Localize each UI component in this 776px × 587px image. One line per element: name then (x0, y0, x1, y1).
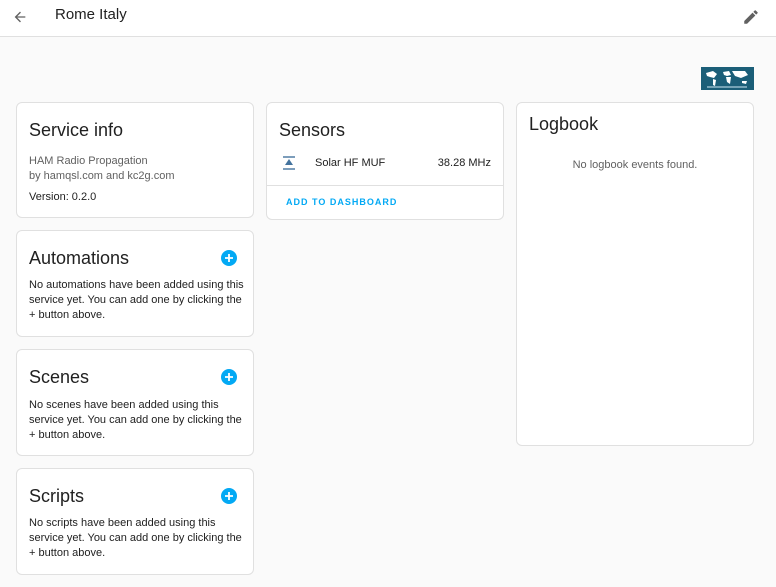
service-version: Version: 0.2.0 (29, 191, 97, 203)
antenna-icon (281, 155, 297, 176)
scenes-empty-text: No scenes have been added using this ser… (29, 399, 242, 441)
service-info-title: Service info (29, 120, 124, 140)
scripts-card: Scripts No scripts have been added using… (16, 468, 254, 575)
service-info-card: Service info HAM Radio Propagation by ha… (16, 102, 254, 218)
sensor-row[interactable]: Solar HF MUF 38.28 MHz (267, 151, 503, 175)
scripts-title: Scripts (29, 486, 85, 506)
plus-circle-icon[interactable] (221, 250, 237, 266)
top-app-bar: Rome Italy (0, 0, 776, 37)
page-title: Rome Italy (55, 6, 127, 23)
sensors-title: Sensors (279, 120, 346, 140)
hamqsl-world-map-logo (701, 67, 754, 90)
logbook-title: Logbook (529, 114, 599, 134)
divider (267, 185, 503, 186)
automations-card: Automations No automations have been add… (16, 230, 254, 337)
scenes-title: Scenes (29, 367, 90, 387)
plus-circle-icon[interactable] (221, 488, 237, 504)
sensor-name: Solar HF MUF (315, 157, 386, 169)
pencil-icon[interactable] (740, 6, 762, 28)
arrow-left-icon[interactable] (8, 5, 32, 29)
add-to-dashboard-button[interactable]: ADD TO DASHBOARD (286, 197, 397, 207)
logbook-empty-text: No logbook events found. (572, 159, 698, 171)
scenes-card: Scenes No scenes have been added using t… (16, 349, 254, 456)
sensors-card: Sensors Solar HF MUF 38.28 MHz ADD TO DA… (266, 102, 504, 220)
service-model: HAM Radio Propagation (29, 155, 148, 167)
automations-title: Automations (29, 248, 130, 268)
sensor-value: 38.28 MHz (437, 157, 491, 169)
logbook-card: Logbook No logbook events found. (516, 102, 754, 446)
automations-empty-text: No automations have been added using thi… (29, 279, 244, 321)
service-manufacturer: by hamqsl.com and kc2g.com (29, 170, 175, 182)
plus-circle-icon[interactable] (221, 369, 237, 385)
scripts-empty-text: No scripts have been added using this se… (29, 517, 242, 559)
